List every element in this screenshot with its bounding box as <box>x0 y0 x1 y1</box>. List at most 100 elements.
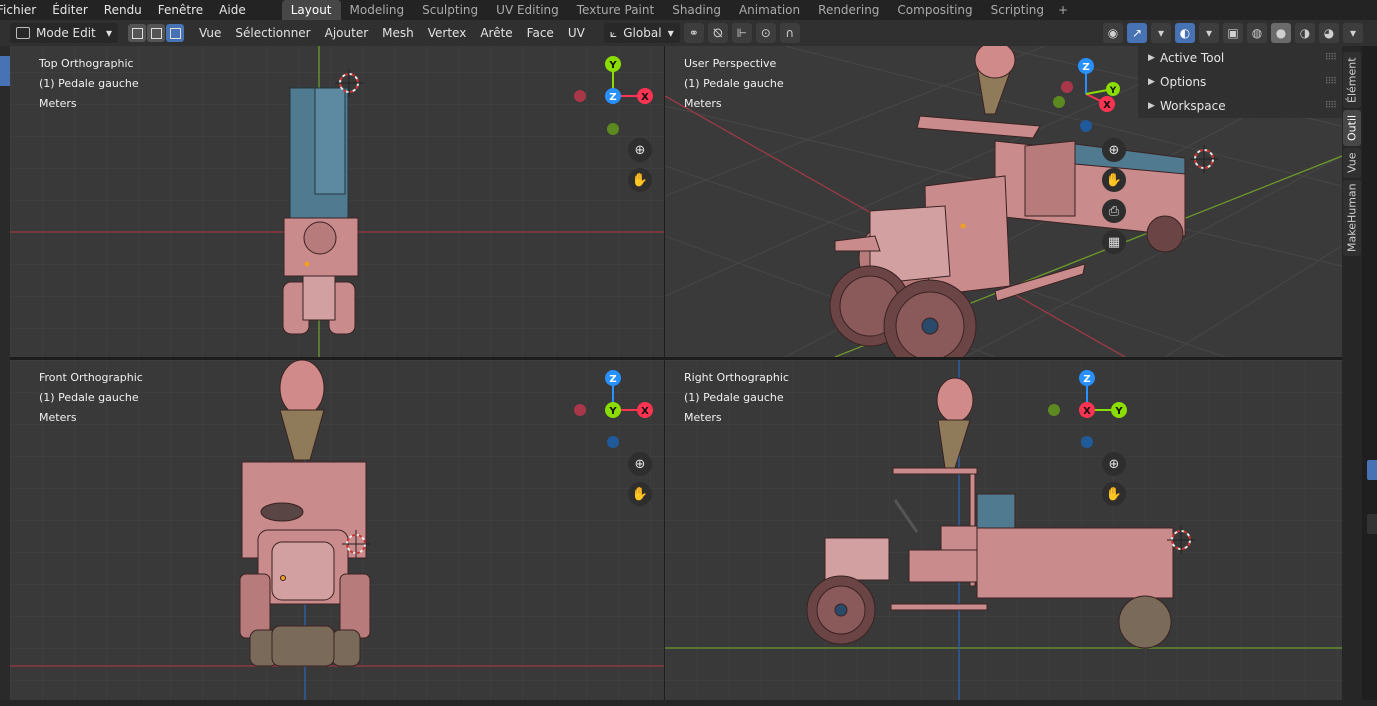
zoom-icon[interactable]: ⊕ <box>1102 452 1126 476</box>
tab-texture-paint[interactable]: Texture Paint <box>568 0 663 20</box>
vertex-select-icon[interactable] <box>128 24 146 42</box>
snap-icon[interactable]: ⦰ <box>707 23 728 43</box>
tab-compositing[interactable]: Compositing <box>888 0 981 20</box>
camera-icon[interactable]: ⎙ <box>1102 199 1126 223</box>
tab-vue[interactable]: Vue <box>1343 148 1361 178</box>
viewport-top[interactable]: Top Orthographic (1) Pedale gauche Meter… <box>10 46 664 357</box>
pan-hand-icon[interactable]: ✋ <box>1102 482 1126 506</box>
disclosure-triangle-icon: ▶ <box>1148 53 1155 63</box>
snap-target-icon[interactable]: ⊩ <box>731 23 752 43</box>
panel-options[interactable]: ▶ Options ⠿⠿ <box>1138 70 1342 94</box>
move-tool-icon[interactable] <box>0 136 10 148</box>
scale-tool-icon[interactable] <box>0 206 10 218</box>
navigation-gizmo[interactable]: Z Y X <box>1042 364 1132 454</box>
tab-rendering[interactable]: Rendering <box>809 0 888 20</box>
drag-grip-icon[interactable]: ⠿⠿ <box>1325 101 1337 111</box>
zoom-icon[interactable]: ⊕ <box>628 138 652 162</box>
edge-select-icon[interactable] <box>147 24 165 42</box>
menu-fenetre[interactable]: Fenêtre <box>150 0 211 20</box>
tab-modeling[interactable]: Modeling <box>341 0 414 20</box>
rendered-shading-icon[interactable]: ◕ <box>1319 23 1339 43</box>
drag-grip-icon[interactable]: ⠿⠿ <box>1325 77 1337 87</box>
menu-fichier[interactable]: Fichier <box>0 0 44 20</box>
add-workspace-icon[interactable]: + <box>1053 0 1073 20</box>
tab-element[interactable]: Élément <box>1343 52 1361 108</box>
menu-mesh[interactable]: Mesh <box>375 23 421 43</box>
tab-animation[interactable]: Animation <box>730 0 809 20</box>
pan-hand-icon[interactable]: ✋ <box>628 168 652 192</box>
gizmo-toggle-icon[interactable]: ↗ <box>1127 23 1147 43</box>
menu-ajouter[interactable]: Ajouter <box>318 23 376 43</box>
solid-shading-icon[interactable]: ● <box>1271 23 1291 43</box>
transform-orientation[interactable]: ⟀ Global ▾ <box>603 23 680 43</box>
object-name: (1) Pedale gauche <box>39 77 139 90</box>
menu-editer[interactable]: Éditer <box>44 0 96 20</box>
transform-tool-icon[interactable] <box>0 241 10 253</box>
view-name: Right Orthographic <box>684 371 789 384</box>
pivot-icon[interactable]: ⚭ <box>683 23 704 43</box>
perspective-toggle-icon[interactable]: ▦ <box>1102 230 1126 254</box>
collapsed-tab[interactable] <box>1367 514 1377 534</box>
tab-sculpting[interactable]: Sculpting <box>413 0 487 20</box>
chevron-down-icon[interactable]: ▾ <box>1151 23 1171 43</box>
header-menu: Vue Sélectionner Ajouter Mesh Vertex Arê… <box>192 23 592 43</box>
menu-aide[interactable]: Aide <box>211 0 254 20</box>
left-toolbar <box>0 46 10 700</box>
view-name: Top Orthographic <box>39 57 134 70</box>
gizmo-z-label: Z <box>1082 62 1089 73</box>
mode-selector[interactable]: Mode Edit ▾ <box>10 23 118 43</box>
tab-layout[interactable]: Layout <box>281 0 341 20</box>
proportional-edit-icon[interactable]: ⊙ <box>755 23 776 43</box>
menu-arete[interactable]: Arête <box>473 23 519 43</box>
tab-makehuman[interactable]: MakeHuman <box>1343 180 1361 256</box>
top-bar: Fichier Éditer Rendu Fenêtre Aide Layout… <box>0 0 1377 20</box>
sidebar-panel: ▶ Active Tool ⠿⠿ ▶ Options ⠿⠿ ▶ Workspac… <box>1138 46 1342 118</box>
scroll-indicator[interactable] <box>1367 460 1377 480</box>
gizmo-z-label: Z <box>1083 374 1090 385</box>
tab-shading[interactable]: Shading <box>663 0 730 20</box>
pan-hand-icon[interactable]: ✋ <box>1102 168 1126 192</box>
navigation-gizmo[interactable]: Z X Y <box>1041 50 1131 140</box>
viewport-right[interactable]: Right Orthographic (1) Pedale gauche Met… <box>665 360 1342 700</box>
drag-grip-icon[interactable]: ⠿⠿ <box>1325 53 1337 63</box>
viewport-header: Mode Edit ▾ Vue Sélectionner Ajouter Mes… <box>0 20 1377 46</box>
tab-outil[interactable]: Outil <box>1343 110 1361 146</box>
navigation-gizmo[interactable]: Y X Z <box>568 50 658 140</box>
tab-uv-editing[interactable]: UV Editing <box>487 0 568 20</box>
face-select-icon[interactable] <box>166 24 184 42</box>
menu-face[interactable]: Face <box>520 23 561 43</box>
menu-vertex[interactable]: Vertex <box>421 23 474 43</box>
zoom-icon[interactable]: ⊕ <box>628 452 652 476</box>
status-bar <box>0 700 1377 706</box>
measure-tool-icon[interactable] <box>0 326 10 338</box>
menu-rendu[interactable]: Rendu <box>96 0 150 20</box>
material-shading-icon[interactable]: ◑ <box>1295 23 1315 43</box>
navigation-gizmo[interactable]: Z X Y <box>568 364 658 454</box>
model-top-view <box>282 87 359 335</box>
menu-uv[interactable]: UV <box>561 23 592 43</box>
panel-active-tool[interactable]: ▶ Active Tool ⠿⠿ <box>1138 46 1342 70</box>
falloff-icon[interactable]: ∩ <box>779 23 800 43</box>
viewport-info: Top Orthographic (1) Pedale gauche Meter… <box>39 54 139 114</box>
wireframe-shading-icon[interactable]: ◍ <box>1247 23 1267 43</box>
select-tool-icon[interactable] <box>0 56 10 86</box>
gizmo-y-label: Y <box>608 60 617 71</box>
annotate-tool-icon[interactable] <box>0 291 10 303</box>
xray-icon[interactable]: ▣ <box>1223 23 1243 43</box>
select-mode-group <box>128 24 184 42</box>
menu-selectionner[interactable]: Sélectionner <box>228 23 317 43</box>
menu-vue[interactable]: Vue <box>192 23 228 43</box>
viewport-front[interactable]: Front Orthographic (1) Pedale gauche Met… <box>10 360 664 700</box>
chevron-down-icon[interactable]: ▾ <box>1343 23 1363 43</box>
rotate-tool-icon[interactable] <box>0 171 10 183</box>
gizmo-y-label: Y <box>608 406 617 417</box>
pan-hand-icon[interactable]: ✋ <box>628 482 652 506</box>
zoom-icon[interactable]: ⊕ <box>1102 138 1126 162</box>
overlay-toggle-icon[interactable]: ◐ <box>1175 23 1195 43</box>
cursor-tool-icon[interactable] <box>0 96 10 108</box>
chevron-down-icon[interactable]: ▾ <box>1199 23 1219 43</box>
panel-workspace[interactable]: ▶ Workspace ⠿⠿ <box>1138 94 1342 118</box>
visibility-icon[interactable]: ◉ <box>1103 23 1123 43</box>
gizmo-z-label: Z <box>609 374 616 385</box>
tab-scripting[interactable]: Scripting <box>982 0 1053 20</box>
